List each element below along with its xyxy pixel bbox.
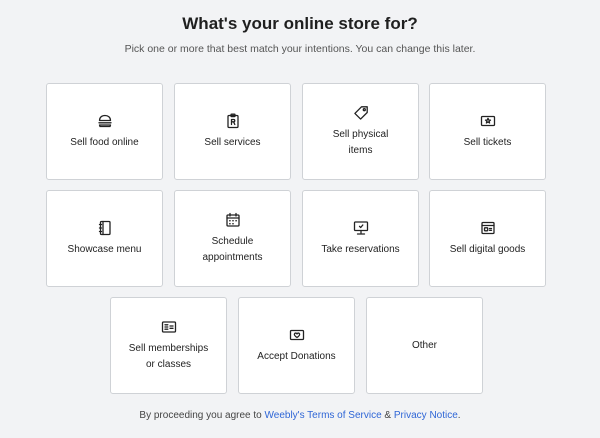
option-sell-digital-goods[interactable]: Sell digital goods — [429, 190, 546, 287]
option-label: Accept Donations — [257, 350, 336, 362]
legal-notice: By proceeding you agree to Weebly's Term… — [0, 410, 600, 421]
page-subtitle: Pick one or more that best match your in… — [124, 43, 476, 55]
option-sell-food-online[interactable]: Sell food online — [46, 83, 163, 180]
option-sell-memberships[interactable]: Sell memberships or classes — [110, 297, 227, 394]
option-label: Sell physical items — [332, 128, 389, 156]
option-label: Schedule appointments — [202, 235, 263, 263]
membership-card-icon — [161, 319, 177, 335]
option-label: Sell digital goods — [449, 243, 526, 255]
privacy-notice-link[interactable]: Privacy Notice — [394, 410, 458, 421]
option-other[interactable]: Other — [366, 297, 483, 394]
terms-of-service-link[interactable]: Weebly's Terms of Service — [265, 410, 382, 421]
legal-prefix: By proceeding you agree to — [139, 410, 265, 421]
donation-icon — [289, 327, 305, 343]
option-take-reservations[interactable]: Take reservations — [302, 190, 419, 287]
burger-icon — [97, 113, 113, 129]
option-schedule-appointments[interactable]: Schedule appointments — [174, 190, 291, 287]
legal-joiner: & — [381, 410, 394, 421]
clipboard-icon — [225, 113, 241, 129]
ticket-icon — [480, 113, 496, 129]
option-label: Sell services — [204, 136, 261, 148]
option-label: Showcase menu — [67, 243, 142, 255]
page-title: What's your online store for? — [182, 14, 418, 33]
option-label: Sell tickets — [463, 136, 512, 148]
reservation-icon — [353, 220, 369, 236]
calendar-icon — [225, 212, 241, 228]
notebook-icon — [97, 220, 113, 236]
option-label: Take reservations — [321, 243, 400, 255]
option-sell-services[interactable]: Sell services — [174, 83, 291, 180]
digital-goods-icon — [480, 220, 496, 236]
option-sell-tickets[interactable]: Sell tickets — [429, 83, 546, 180]
option-accept-donations[interactable]: Accept Donations — [238, 297, 355, 394]
option-label: Sell memberships or classes — [128, 342, 209, 370]
tag-icon — [353, 105, 369, 121]
option-showcase-menu[interactable]: Showcase menu — [46, 190, 163, 287]
option-label: Other — [411, 339, 437, 351]
option-label: Sell food online — [70, 136, 139, 148]
option-sell-physical-items[interactable]: Sell physical items — [302, 83, 419, 180]
legal-suffix: . — [457, 410, 461, 421]
